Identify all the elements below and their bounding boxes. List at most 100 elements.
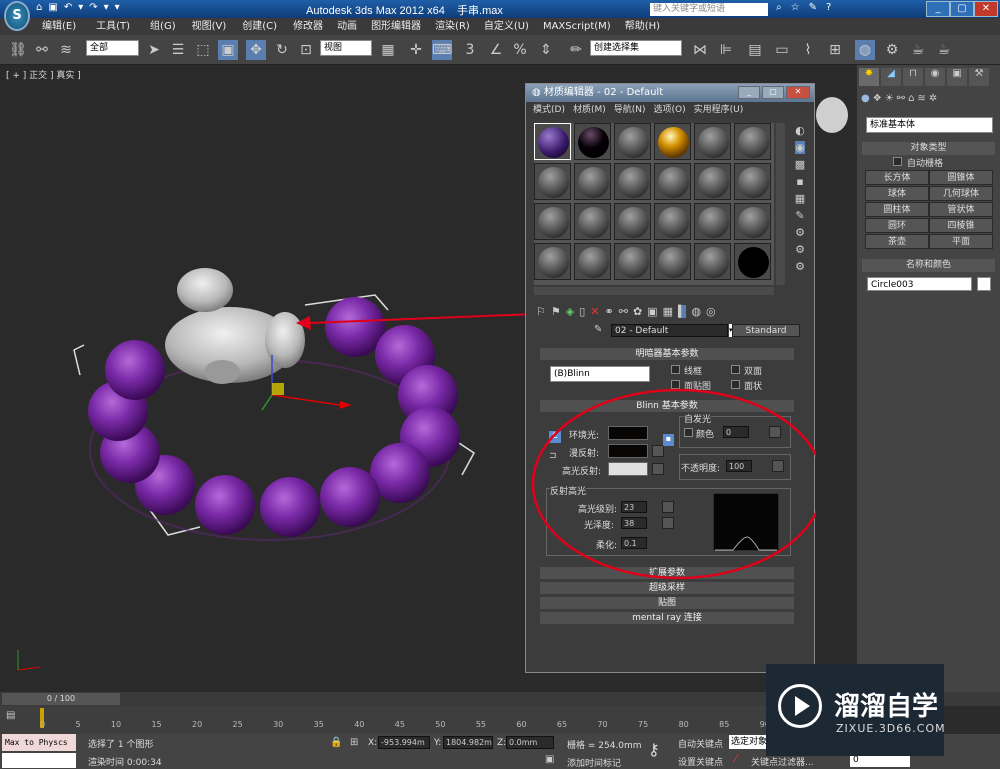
- opacity-spinner[interactable]: 100: [726, 460, 752, 472]
- sample-type-icon[interactable]: ◐: [795, 124, 805, 137]
- help-icon[interactable]: ?: [826, 2, 831, 13]
- sample-slot[interactable]: [694, 123, 731, 160]
- material-navigator-icon[interactable]: ⚙: [795, 260, 805, 273]
- shader-basic-rollout[interactable]: 明暗器基本参数: [540, 348, 794, 360]
- close-button[interactable]: ✕: [974, 1, 998, 17]
- self-illum-map-button[interactable]: [769, 426, 781, 438]
- modify-tab-icon[interactable]: ◢: [881, 68, 901, 86]
- med-maximize-button[interactable]: ▢: [762, 86, 784, 99]
- absolute-mode-icon[interactable]: ⊞: [350, 737, 358, 748]
- render-icon[interactable]: ☕: [934, 40, 954, 60]
- pyramid-button[interactable]: 四棱锥: [929, 218, 993, 233]
- menu-customize[interactable]: 自定义(U): [484, 18, 529, 35]
- lock-diffuse-specular-icon[interactable]: ⊐: [549, 451, 561, 463]
- sample-slot[interactable]: [654, 243, 691, 280]
- manipulate-icon[interactable]: ✛: [406, 40, 426, 60]
- y-coord-field[interactable]: 1804.982m: [443, 736, 493, 749]
- put-to-scene-icon[interactable]: ⚑: [551, 305, 561, 318]
- menu-help[interactable]: 帮助(H): [625, 18, 660, 35]
- track-bar[interactable]: ▤ 0 5 10 15 20 25 30 35 40 45 50 55 60 65 70 75 80 8…: [0, 706, 770, 734]
- med-menu-mode[interactable]: 模式(D): [533, 102, 565, 119]
- supersampling-rollout[interactable]: 超级采样: [540, 582, 794, 594]
- lights-icon[interactable]: ☀: [885, 93, 894, 109]
- geometry-icon[interactable]: ●: [861, 93, 870, 109]
- maximize-button[interactable]: ▢: [950, 1, 974, 17]
- qat-icon[interactable]: ⌂: [36, 2, 42, 16]
- self-illum-spinner[interactable]: 0: [723, 426, 749, 438]
- show-shaded-icon[interactable]: ▦: [663, 305, 673, 318]
- options-icon[interactable]: ⚙: [795, 226, 805, 239]
- soften-spinner[interactable]: 0.1: [621, 537, 647, 549]
- med-menu-material[interactable]: 材质(M): [573, 102, 606, 119]
- self-illum-color-checkbox[interactable]: [684, 428, 693, 437]
- snap-3-icon[interactable]: 3: [460, 40, 480, 60]
- qat-icon[interactable]: ▾: [115, 2, 120, 16]
- add-time-tag[interactable]: 添加时间标记: [567, 756, 621, 769]
- tube-button[interactable]: 管状体: [929, 202, 993, 217]
- sample-slot[interactable]: [734, 203, 771, 240]
- sample-slot[interactable]: [534, 123, 571, 160]
- menu-create[interactable]: 创建(C): [242, 18, 277, 35]
- keyboard-shortcut-icon[interactable]: ⌨: [432, 40, 452, 60]
- material-id-icon[interactable]: ▣: [647, 305, 657, 318]
- qat-icon[interactable]: ▾: [78, 2, 83, 16]
- name-color-rollout[interactable]: 名称和颜色: [862, 259, 995, 272]
- sample-slot[interactable]: [574, 243, 611, 280]
- sample-slot[interactable]: [694, 243, 731, 280]
- rect-select-icon[interactable]: ⬚: [193, 40, 213, 60]
- sample-slot[interactable]: [614, 163, 651, 200]
- spec-level-map-button[interactable]: [662, 501, 674, 513]
- reset-map-icon[interactable]: ▯: [579, 305, 585, 318]
- lock-ambient-diffuse-icon[interactable]: C: [549, 431, 561, 443]
- sample-slot[interactable]: [534, 203, 571, 240]
- eyedropper-icon[interactable]: ✎: [594, 324, 602, 335]
- search-input[interactable]: 键入关键字或短语: [650, 3, 768, 16]
- time-slider-thumb[interactable]: 0 / 100: [2, 693, 120, 705]
- percent-snap-icon[interactable]: %: [510, 40, 530, 60]
- systems-icon[interactable]: ✲: [929, 93, 937, 109]
- object-name-input[interactable]: Circle003: [867, 277, 972, 291]
- move-icon[interactable]: ✥: [246, 40, 266, 60]
- torus-button[interactable]: 圆环: [865, 218, 929, 233]
- hierarchy-tab-icon[interactable]: ⊓: [903, 68, 923, 86]
- window-crossing-icon[interactable]: ▣: [218, 40, 238, 60]
- spacewarps-icon[interactable]: ≋: [917, 93, 925, 109]
- face-map-checkbox[interactable]: [671, 380, 680, 389]
- diffuse-swatch[interactable]: [608, 444, 648, 458]
- track-filter-icon[interactable]: ▤: [6, 710, 15, 721]
- primitive-type-dropdown[interactable]: 标准基本体: [866, 117, 993, 133]
- menu-rendering[interactable]: 渲染(R): [435, 18, 470, 35]
- undo-icon[interactable]: ↶: [64, 2, 72, 16]
- lock-selection-icon[interactable]: 🔒: [330, 737, 342, 748]
- mirror-icon[interactable]: ⋈: [690, 40, 710, 60]
- cylinder-button[interactable]: 圆柱体: [865, 202, 929, 217]
- blinn-basic-rollout[interactable]: Blinn 基本参数: [540, 400, 794, 412]
- menu-animation[interactable]: 动画: [337, 18, 357, 35]
- select-by-material-icon[interactable]: ⚙: [795, 243, 805, 256]
- curve-editor-icon[interactable]: ⌇: [798, 40, 818, 60]
- motion-tab-icon[interactable]: ◉: [925, 68, 945, 86]
- scale-icon[interactable]: ⊡: [296, 40, 316, 60]
- specular-swatch[interactable]: [608, 462, 648, 476]
- sample-slot[interactable]: [614, 243, 651, 280]
- sample-slot[interactable]: [614, 203, 651, 240]
- box-button[interactable]: 长方体: [865, 170, 929, 185]
- delete-material-icon[interactable]: ✕: [590, 305, 599, 318]
- angle-snap-icon[interactable]: ∠: [486, 40, 506, 60]
- sphere-button[interactable]: 球体: [865, 186, 929, 201]
- create-tab-icon[interactable]: ✸: [859, 68, 879, 86]
- menu-modifiers[interactable]: 修改器: [293, 18, 323, 35]
- make-unique-icon[interactable]: ⚯: [619, 305, 628, 318]
- glossiness-map-button[interactable]: [662, 517, 674, 529]
- sample-slot[interactable]: [614, 123, 651, 160]
- select-by-name-icon[interactable]: ☰: [168, 40, 188, 60]
- ambient-swatch[interactable]: [608, 426, 648, 440]
- utilities-tab-icon[interactable]: ⚒: [969, 68, 989, 86]
- uv-tiling-icon[interactable]: ▪: [796, 175, 803, 188]
- show-end-result-icon[interactable]: ▍: [677, 304, 687, 318]
- background-icon[interactable]: ▩: [795, 158, 805, 171]
- sample-slot[interactable]: [654, 203, 691, 240]
- shapes-icon[interactable]: ❖: [873, 93, 882, 109]
- rendered-frame-icon[interactable]: ☕: [908, 40, 928, 60]
- map-lock-icon[interactable]: ▪: [663, 434, 674, 446]
